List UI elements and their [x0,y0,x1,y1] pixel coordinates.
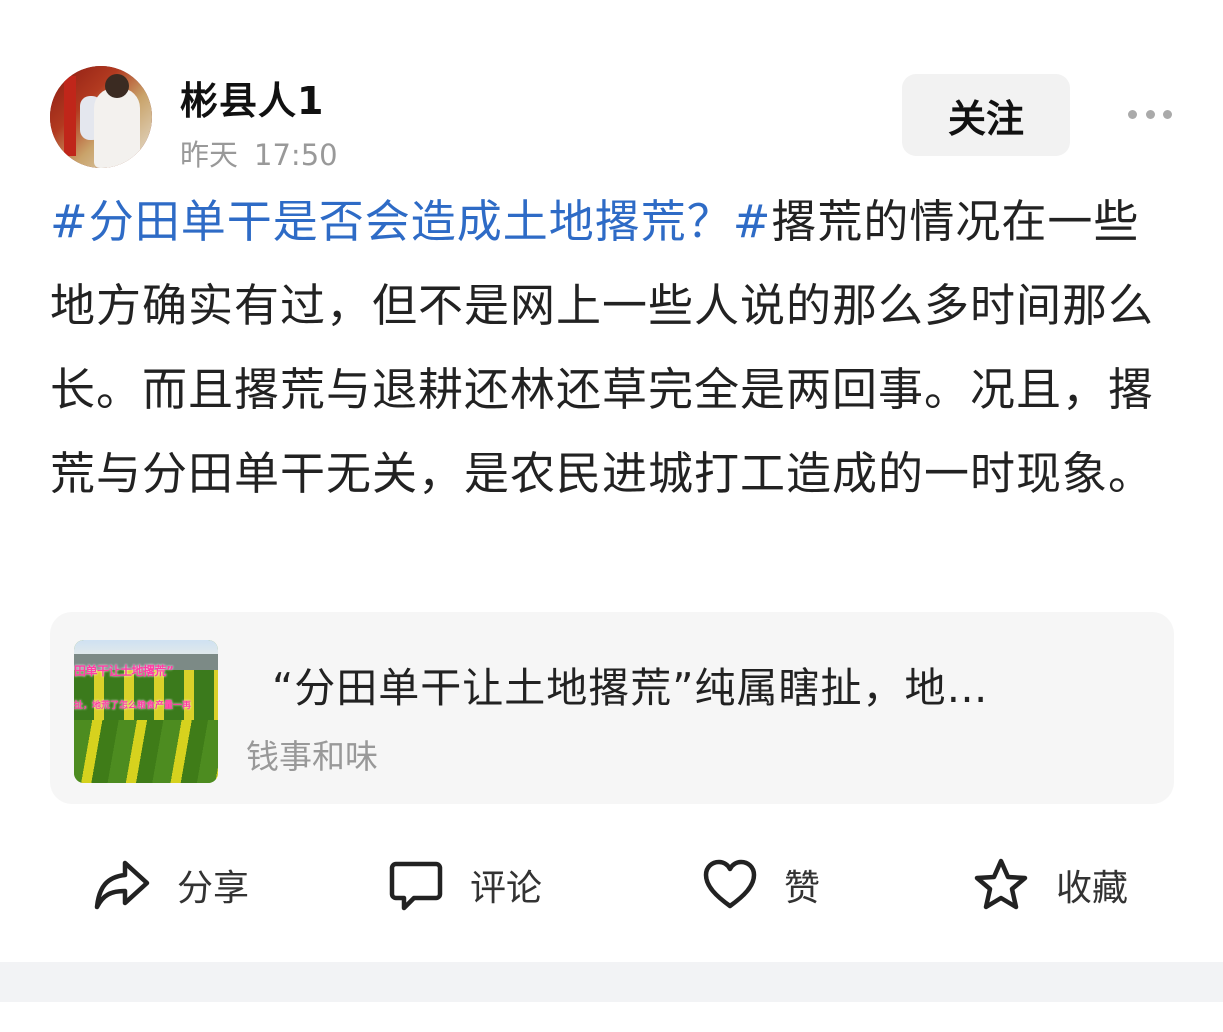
timestamp-clock: 17:50 [254,138,338,172]
post-body: #分田单干是否会造成土地撂荒？#撂荒的情况在一些地方确实有过，但不是网上一些人说… [50,180,1180,516]
post-header: 彬县人1 昨天 17:50 关注 [0,0,1223,180]
follow-button[interactable]: 关注 [902,74,1070,156]
favorite-label: 收藏 [1056,868,1129,909]
action-bar: 分享 评论 赞 收藏 [0,840,1223,930]
more-options-icon[interactable] [1128,110,1172,122]
avatar[interactable] [50,66,152,168]
like-label: 赞 [784,868,821,909]
post-hashtag[interactable]: #分田单干是否会造成土地撂荒？# [50,195,771,248]
avatar-head [105,74,129,98]
comment-label: 评论 [470,868,543,909]
article-title: “分田单干让土地撂荒”纯属瞎扯，地… [272,664,989,712]
like-button[interactable]: 赞 [702,840,820,930]
heart-icon [703,859,757,909]
share-button[interactable]: 分享 [93,840,249,930]
avatar-banner [64,76,76,156]
avatar-person-figure [94,88,140,168]
favorite-button[interactable]: 收藏 [972,840,1128,930]
share-label: 分享 [177,868,250,909]
article-thumbnail: 田单干让土地撂荒” 扯，地荒了怎么粮食产量一再 [74,640,218,783]
comment-button[interactable]: 评论 [388,840,542,930]
author-name[interactable]: 彬县人1 [180,70,324,125]
star-icon [974,858,1028,910]
section-divider [0,962,1223,1002]
article-source: 钱事和味 [246,737,378,776]
post-timestamp: 昨天 17:50 [180,132,354,174]
timestamp-day: 昨天 [180,138,239,172]
share-icon [94,860,150,910]
thumbnail-subcaption: 扯，地荒了怎么粮食产量一再 [74,701,192,711]
shared-article-card[interactable]: 田单干让土地撂荒” 扯，地荒了怎么粮食产量一再 “分田单干让土地撂荒”纯属瞎扯，… [50,612,1174,804]
thumbnail-caption: 田单干让土地撂荒” [74,664,174,678]
comment-icon [389,861,443,911]
